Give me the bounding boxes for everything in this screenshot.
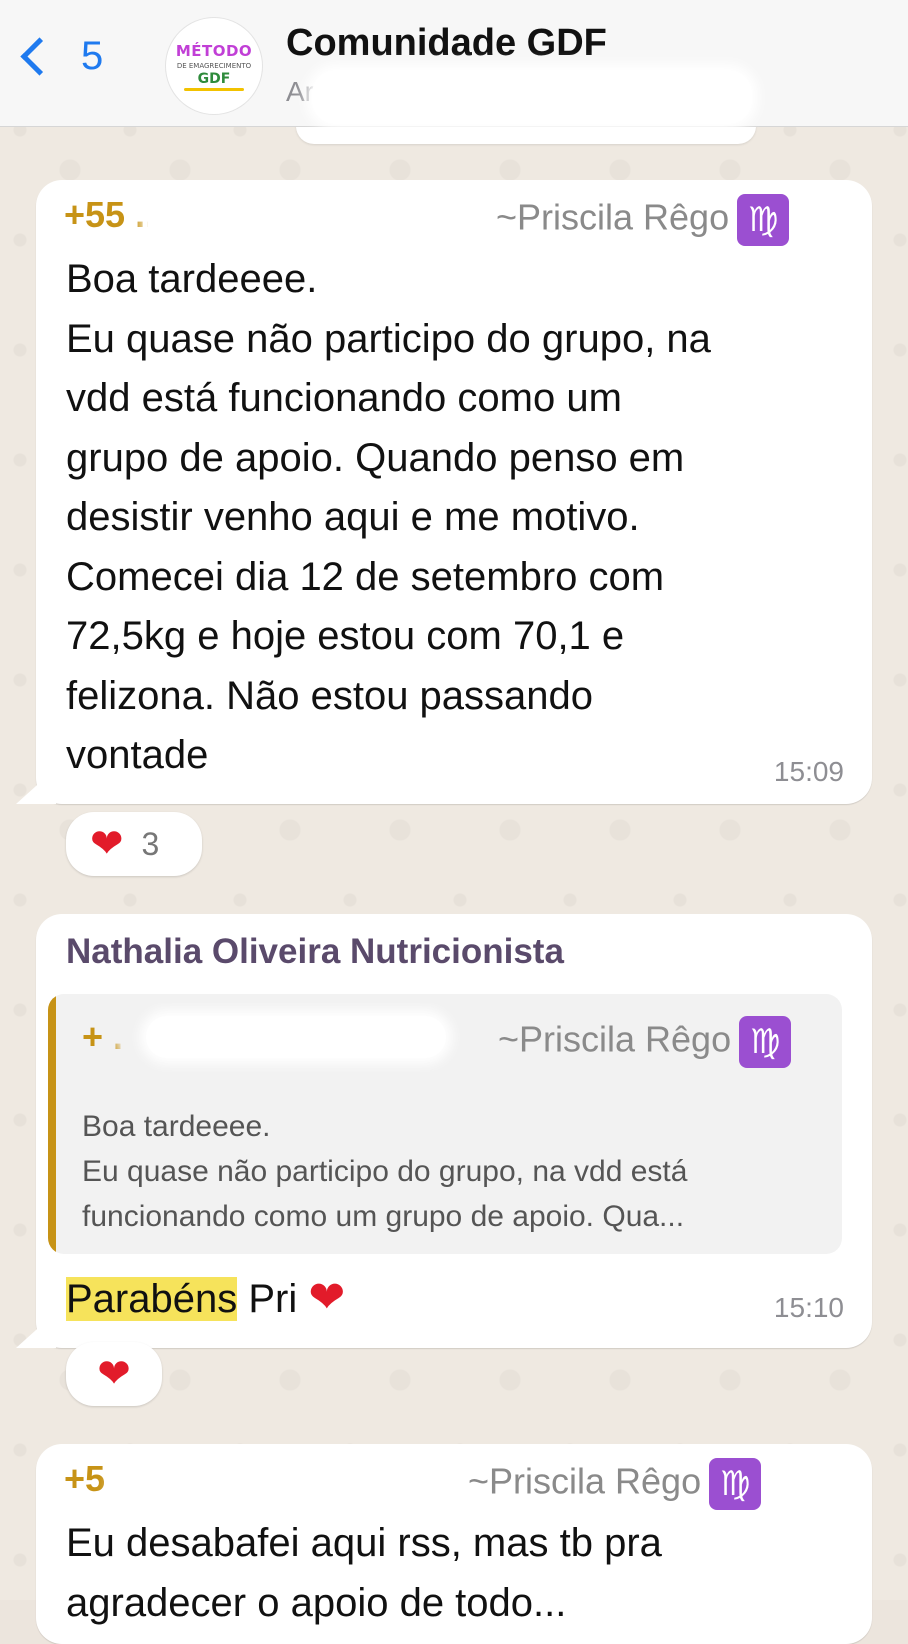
message-line: Boa tardeeee. [66,257,318,301]
message-line: desistir venho aqui e me motivo. [66,495,640,539]
message-bubble[interactable]: +5 ...76 ~Priscila Rêgo♍ Eu desabafei aq… [36,1444,872,1644]
message-line: agradecer o apoio de todo... [66,1580,567,1625]
reaction-pill[interactable]: ❤ 3 [66,812,202,876]
quote-line: Eu quase não participo do grupo, na vdd … [82,1155,688,1188]
message-line: Eu desabafei aqui rss, mas tb pra [66,1521,662,1565]
reaction-count: 3 [141,825,160,862]
avatar-logo-line2: DE EMAGRECIMENTO [176,61,252,70]
avatar-logo-line3: GDF [197,70,231,87]
group-avatar[interactable]: MÉTODO DE EMAGRECIMENTO GDF [166,18,262,114]
heart-icon: ❤ [90,821,124,867]
sender-name-line: ~Priscila Rêgo ♍ [468,1458,762,1510]
message-bubble[interactable]: Nathalia Oliveira Nutricionista + ...6 ~… [16,914,872,1348]
avatar-logo-underline [184,87,244,91]
sender-name-line: ~Priscila Rêgo ♍ [496,194,790,246]
heart-icon: ❤ [97,1351,131,1397]
unread-count: 5 [81,34,104,78]
back-button[interactable]: 5 [14,36,103,76]
virgo-icon: ♍ [737,194,790,246]
message-line: felizona. Não estou passando [66,673,594,718]
quote-accent-bar [48,994,56,1254]
redaction-mark [146,1016,446,1058]
message-line: vontade [66,733,209,777]
message-text: Eu desabafei aqui rss, mas tb pra agrade… [66,1514,662,1633]
group-title[interactable]: Comunidade GDF [286,22,607,65]
quote-sender-name: ~Priscila Rêgo [498,1018,732,1060]
chat-header: 5 MÉTODO DE EMAGRECIMENTO GDF Comunidade… [0,0,908,127]
quote-line: funcionando como um grupo de apoio. Qua.… [82,1200,685,1233]
message-bubble[interactable]: +55 ... 76 ~Priscila Rêgo ♍ Boa tardeeee.… [16,180,872,804]
sender-name[interactable]: ~Priscila Rêgo [496,197,729,238]
search-highlight: Parabéns [66,1277,238,1321]
redaction-mark [148,198,428,250]
quote-line: Boa tardeeee. [82,1110,271,1143]
redaction-mark [116,1462,436,1512]
quoted-message[interactable]: + ...6 ~Priscila Rêgo♍ Boa tardeeee. Eu … [48,994,842,1254]
message-time: 15:10 [773,1292,844,1323]
reaction-pill[interactable]: ❤ [66,1342,162,1406]
message-text: Parabéns Pri ❤ [66,1270,345,1330]
message-time: 15:09 [773,756,844,787]
virgo-icon: ♍ [739,1016,792,1068]
message-line: 72,5kg e hoje estou com 70,1 e [66,614,625,658]
message-line: grupo de apoio. Quando penso em [66,435,685,480]
sender-name[interactable]: Nathalia Oliveira Nutricionista [66,932,564,972]
message-line: Parabéns Pri ❤ [66,1270,345,1330]
message-text-rest: Pri [237,1277,309,1321]
avatar-logo-line1: MÉTODO [175,41,253,60]
chevron-left-icon [20,36,59,76]
redaction-mark [312,70,752,124]
virgo-icon: ♍ [709,1458,762,1510]
heart-icon: ❤ [308,1272,346,1323]
sender-name[interactable]: ~Priscila Rêgo [468,1461,701,1502]
message-line: Comecei dia 12 de setembro com [66,554,665,599]
message-line: vdd está funcionando como um [66,376,622,420]
quote-text: Boa tardeeee. Eu quase não participo do … [82,1104,834,1239]
message-line: Eu quase não participo do grupo, na [66,316,711,361]
message-text: Boa tardeeee. Eu quase não participo do … [66,250,711,786]
quote-sender-name-line: ~Priscila Rêgo ♍ [498,1016,792,1068]
